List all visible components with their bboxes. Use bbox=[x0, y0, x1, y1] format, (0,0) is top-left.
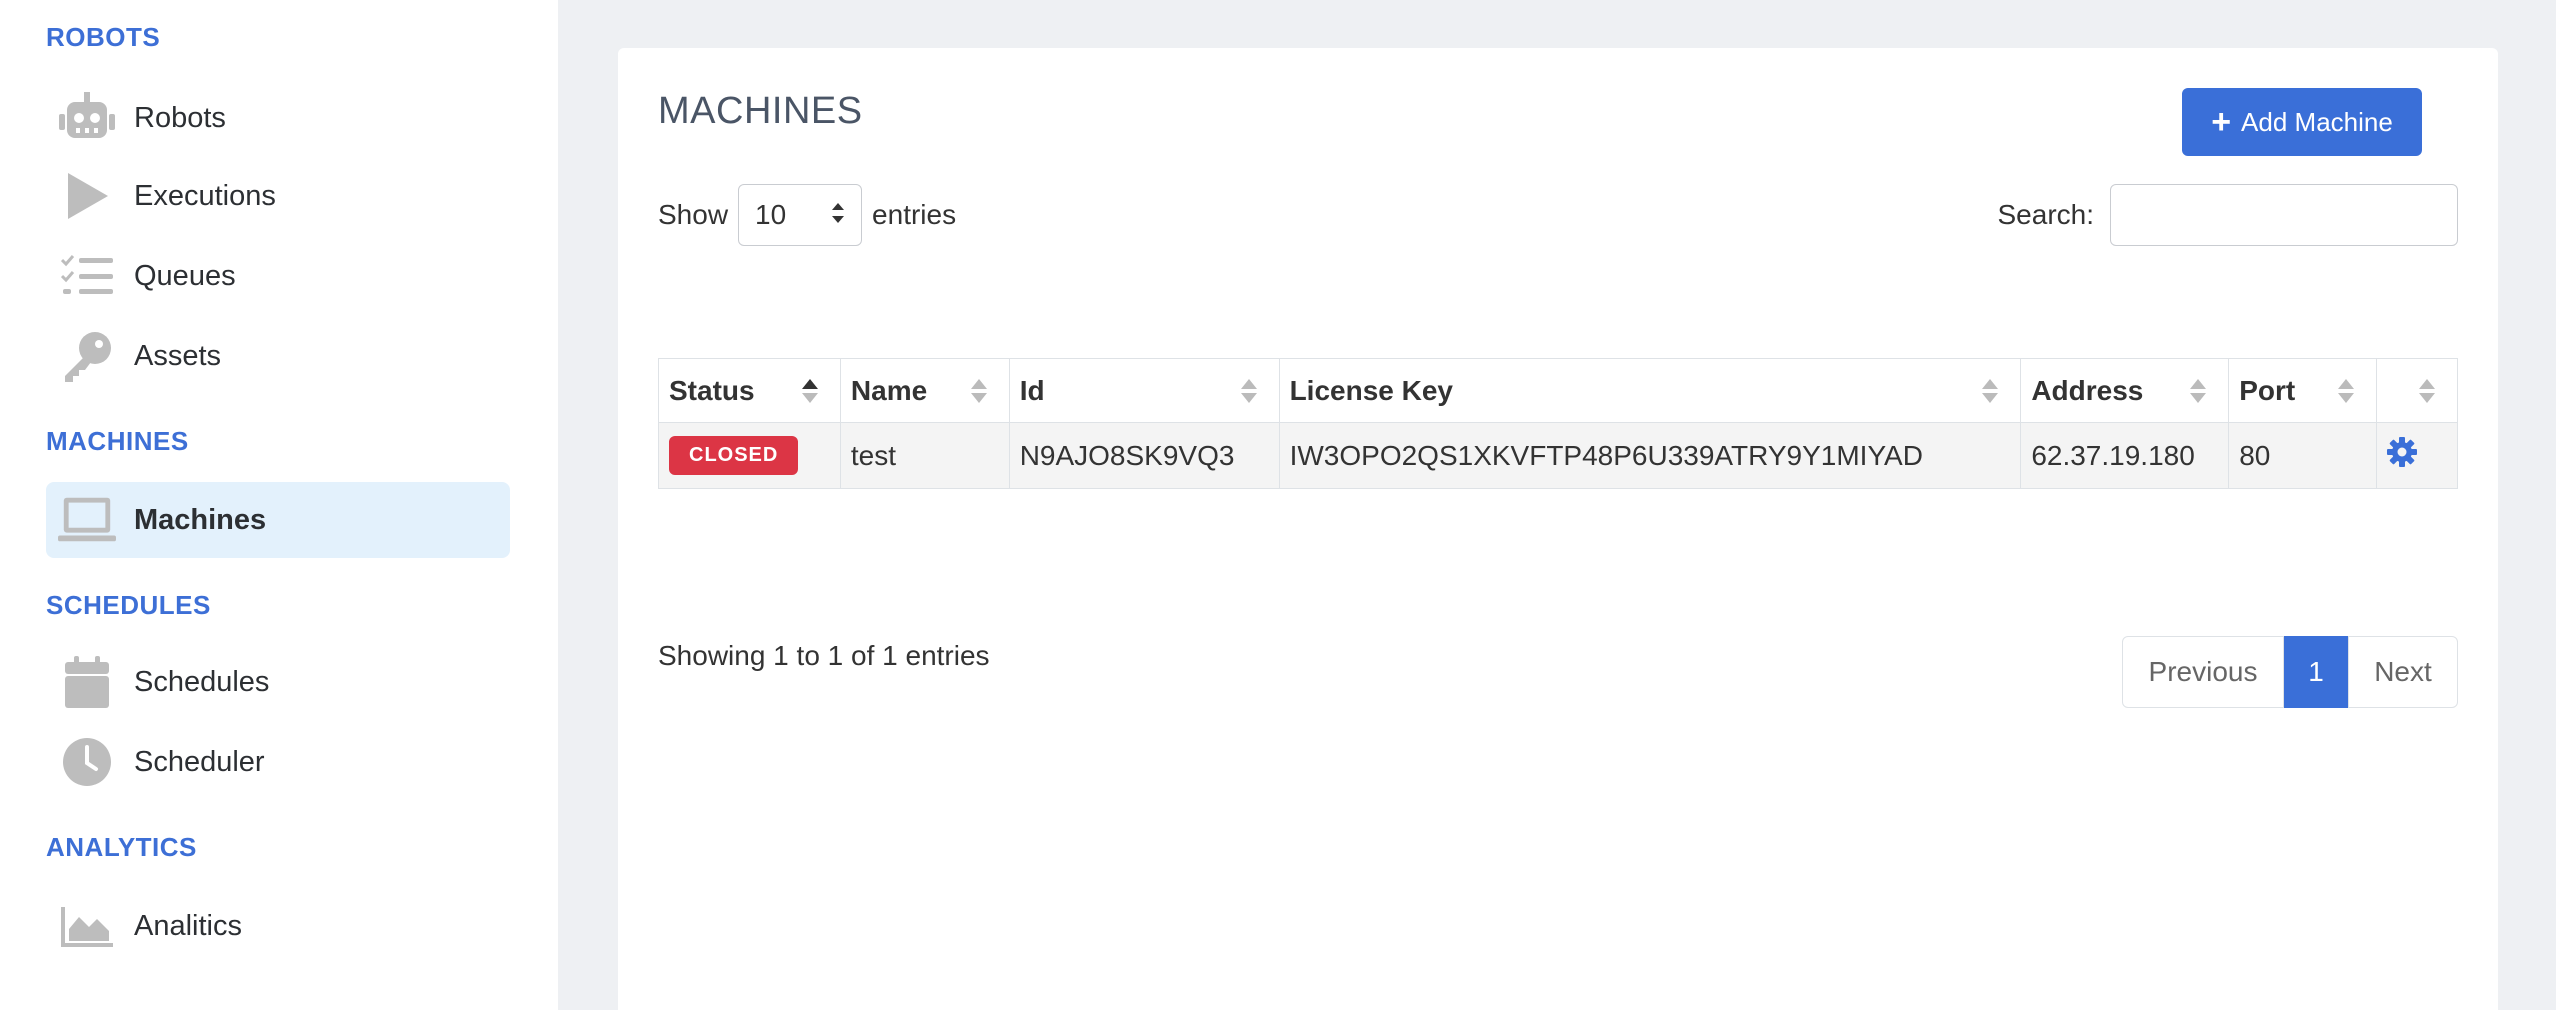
status-badge: CLOSED bbox=[669, 436, 799, 475]
calendar-icon bbox=[58, 653, 116, 711]
laptop-icon bbox=[58, 491, 116, 549]
table-info: Showing 1 to 1 of 1 entries bbox=[658, 640, 990, 671]
column-header-label: Name bbox=[850, 374, 928, 406]
sidebar-item-label: Schedules bbox=[134, 665, 270, 698]
sort-asc-icon bbox=[801, 378, 818, 403]
pagination-next[interactable]: Next bbox=[2348, 636, 2458, 708]
entries-label: entries bbox=[872, 199, 957, 230]
sort-icon bbox=[970, 378, 987, 403]
show-label: Show bbox=[658, 199, 729, 230]
search-input[interactable] bbox=[2110, 184, 2458, 246]
sidebar: ROBOTS Robots Executions Queues Assets M… bbox=[0, 0, 558, 1010]
column-header-status[interactable]: Status bbox=[658, 358, 841, 423]
list-check-icon bbox=[58, 247, 116, 305]
section-title-robots: ROBOTS bbox=[46, 22, 161, 52]
section-title-schedules: SCHEDULES bbox=[46, 590, 211, 620]
sidebar-item-robots[interactable]: Robots bbox=[46, 80, 510, 156]
table-row: CLOSED test N9AJO8SK9VQ3 IW3OPO2QS1XKVFT… bbox=[658, 422, 2458, 489]
sidebar-item-label: Analitics bbox=[134, 909, 242, 942]
sidebar-item-analitics[interactable]: Analitics bbox=[46, 888, 510, 964]
plus-icon: + bbox=[2211, 103, 2232, 141]
sidebar-item-scheduler[interactable]: Scheduler bbox=[46, 724, 510, 800]
cell-name: test bbox=[839, 422, 1010, 489]
sort-icon bbox=[2419, 378, 2435, 403]
cell-license-key: IW3OPO2QS1XKVFTP48P6U339ATRY9Y1MIYAD bbox=[1278, 422, 2022, 489]
sort-icon bbox=[2190, 378, 2207, 403]
page-title: MACHINES bbox=[658, 90, 863, 132]
cell-id: N9AJO8SK9VQ3 bbox=[1008, 422, 1280, 489]
column-header-label: Status bbox=[669, 374, 755, 406]
search-control: Search: bbox=[1997, 184, 2458, 246]
key-icon bbox=[58, 327, 116, 385]
sidebar-item-label: Executions bbox=[134, 179, 276, 212]
column-header-label: Port bbox=[2239, 374, 2296, 406]
sidebar-item-machines[interactable]: Machines bbox=[46, 482, 510, 558]
column-header-name[interactable]: Name bbox=[839, 358, 1010, 423]
pagination-page-1[interactable]: 1 bbox=[2284, 636, 2348, 708]
area-chart-icon bbox=[58, 897, 116, 955]
column-header-license-key[interactable]: License Key bbox=[1278, 358, 2022, 423]
clock-icon bbox=[58, 733, 116, 791]
cell-actions bbox=[2376, 422, 2458, 489]
sidebar-item-queues[interactable]: Queues bbox=[46, 238, 510, 314]
sidebar-item-schedules[interactable]: Schedules bbox=[46, 644, 510, 720]
sidebar-item-label: Machines bbox=[134, 503, 267, 536]
section-title-machines: MACHINES bbox=[46, 426, 189, 456]
robot-icon bbox=[58, 89, 116, 147]
play-icon bbox=[58, 167, 116, 225]
machines-card: MACHINES + Add Machine Show 10 entries S… bbox=[618, 48, 2498, 1010]
entries-length-control: Show 10 entries bbox=[658, 184, 956, 246]
add-machine-button[interactable]: + Add Machine bbox=[2182, 88, 2422, 156]
cell-status: CLOSED bbox=[658, 422, 841, 489]
column-header-address[interactable]: Address bbox=[2020, 358, 2230, 423]
column-header-label: License Key bbox=[1289, 374, 1453, 406]
sidebar-item-executions[interactable]: Executions bbox=[46, 158, 510, 234]
column-header-id[interactable]: Id bbox=[1008, 358, 1280, 423]
pagination: Previous 1 Next bbox=[2122, 636, 2458, 708]
select-arrows-icon bbox=[831, 199, 845, 231]
sidebar-item-label: Robots bbox=[134, 101, 226, 134]
section-title-analytics: ANALYTICS bbox=[46, 832, 197, 862]
sidebar-item-assets[interactable]: Assets bbox=[46, 318, 510, 394]
machines-table: Status Name Id License Key Address Port … bbox=[658, 358, 2458, 489]
table-header-row: Status Name Id License Key Address Port bbox=[658, 358, 2458, 423]
sidebar-item-label: Queues bbox=[134, 259, 236, 292]
column-header-label: Id bbox=[1019, 374, 1045, 406]
add-machine-label: Add Machine bbox=[2241, 106, 2393, 137]
sidebar-item-label: Scheduler bbox=[134, 745, 265, 778]
column-header-actions[interactable] bbox=[2376, 358, 2458, 423]
column-header-port[interactable]: Port bbox=[2228, 358, 2378, 423]
search-label: Search: bbox=[1997, 199, 2095, 230]
column-header-label: Address bbox=[2031, 374, 2144, 406]
sort-icon bbox=[1240, 378, 1257, 403]
pagination-previous[interactable]: Previous bbox=[2122, 636, 2284, 708]
cell-address: 62.37.19.180 bbox=[2020, 422, 2230, 489]
cell-port: 80 bbox=[2228, 422, 2378, 489]
sidebar-item-label: Assets bbox=[134, 339, 222, 372]
entries-select-value: 10 bbox=[755, 199, 787, 230]
entries-select[interactable]: 10 bbox=[738, 184, 863, 246]
gear-icon[interactable] bbox=[2387, 437, 2418, 467]
sort-icon bbox=[2338, 378, 2355, 403]
sort-icon bbox=[1982, 378, 1999, 403]
